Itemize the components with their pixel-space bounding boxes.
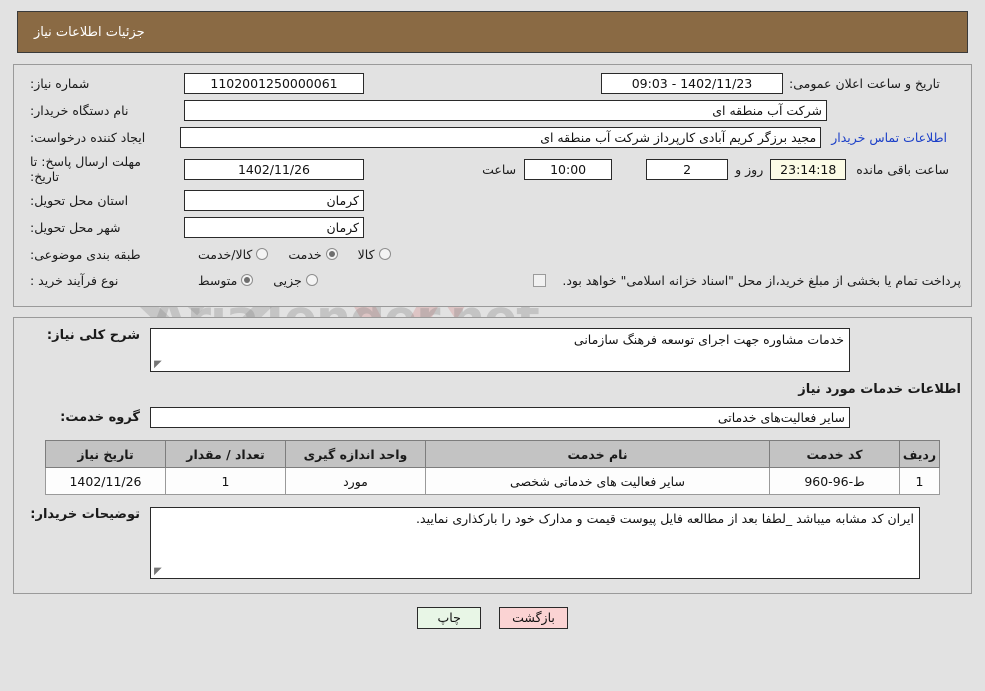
field-province-value: کرمان (184, 190, 364, 211)
row-description: خدمات مشاوره جهت اجرای توسعه فرهنگ سازما… (24, 328, 961, 372)
services-section-title: اطلاعات خدمات مورد نیاز (798, 382, 961, 397)
th-quantity: تعداد / مقدار (165, 440, 286, 468)
field-remaining-days: 2 (646, 158, 729, 180)
radio-category-0[interactable] (378, 248, 391, 260)
field-city-value: کرمان (184, 217, 364, 238)
label-process-type: نوع فرآیند خرید : (30, 272, 119, 288)
resize-grip-icon-notes[interactable]: ◥ (154, 566, 163, 577)
radio-category-0-label: کالا (357, 246, 375, 262)
field-deadline-date: 1402/11/26 (184, 158, 364, 180)
label-description: شرح کلی نیاز: (46, 328, 140, 343)
checkbox-treasury-docs[interactable] (533, 273, 547, 287)
cell-unit: مورد (285, 467, 426, 495)
buyer-notes-value: ایران کد مشابه میباشد _لطفا بعد از مطالع… (416, 511, 914, 526)
row-category: کالا خدمت کالا/خدمت طبقه بندی موضوعی: (24, 244, 961, 264)
radio-process-1[interactable] (241, 274, 254, 286)
row-buyer-notes: ایران کد مشابه میباشد _لطفا بعد از مطالع… (24, 507, 961, 579)
th-date: تاریخ نیاز (45, 440, 166, 468)
label-need-number: شماره نیاز: (30, 76, 90, 91)
page-title-bar: جزئیات اطلاعات نیاز (17, 11, 968, 53)
treasury-note-text: پرداخت تمام یا بخشی از مبلغ خرید،از محل … (562, 272, 961, 288)
label-city: شهر محل تحویل: (30, 220, 121, 235)
category-radio-group: کالا خدمت کالا/خدمت (184, 247, 397, 262)
th-radif: ردیف (899, 440, 940, 468)
row-need-number: تاریخ و ساعت اعلان عمومی: 1402/11/23 - 0… (24, 73, 961, 94)
need-details-panel: خدمات مشاوره جهت اجرای توسعه فرهنگ سازما… (13, 317, 972, 594)
label-province: استان محل تحویل: (30, 193, 129, 208)
footer-button-bar: بازگشت چاپ (0, 607, 985, 629)
label-public-announce: تاریخ و ساعت اعلان عمومی: (789, 76, 940, 91)
buyer-contact-link[interactable]: اطلاعات تماس خریدار (831, 130, 947, 145)
description-value: خدمات مشاوره جهت اجرای توسعه فرهنگ سازما… (573, 332, 844, 347)
need-summary-panel: تاریخ و ساعت اعلان عمومی: 1402/11/23 - 0… (13, 64, 972, 307)
label-hour: ساعت (482, 161, 517, 177)
label-days-and: روز و (735, 161, 764, 177)
row-process-type: پرداخت تمام یا بخشی از مبلغ خرید،از محل … (24, 270, 961, 290)
label-category: طبقه بندی موضوعی: (30, 246, 141, 262)
th-unit: واحد اندازه گیری (285, 440, 426, 468)
th-name: نام خدمت (425, 440, 770, 468)
field-public-announce-value: 1402/11/23 - 09:03 (601, 73, 783, 94)
label-deadline: مهلت ارسال پاسخ: تا تاریخ: (30, 154, 141, 184)
buyer-notes-textarea[interactable]: ایران کد مشابه میباشد _لطفا بعد از مطالع… (150, 507, 920, 579)
cell-date: 1402/11/26 (45, 467, 166, 495)
print-button[interactable]: چاپ (417, 607, 482, 629)
resize-grip-icon[interactable]: ◥ (154, 359, 163, 370)
services-table: ردیف کد خدمت نام خدمت واحد اندازه گیری ت… (45, 440, 940, 495)
back-button[interactable]: بازگشت (499, 607, 568, 629)
row-service-group: سایر فعالیت‌های خدماتی گروه خدمت: (24, 407, 961, 428)
field-requester-value: مجید برزگر کریم آبادی کارپرداز شرکت آب م… (180, 127, 822, 148)
description-textarea[interactable]: خدمات مشاوره جهت اجرای توسعه فرهنگ سازما… (150, 328, 850, 372)
radio-category-2[interactable] (256, 248, 269, 260)
field-remaining-time: 23:14:18 (770, 158, 847, 180)
radio-process-0[interactable] (305, 274, 318, 286)
row-province: کرمان استان محل تحویل: (24, 190, 961, 211)
page-title: جزئیات اطلاعات نیاز (34, 24, 145, 40)
th-code: کد خدمت (769, 440, 900, 468)
field-buyer-org-value: شرکت آب منطقه ای (184, 100, 827, 121)
field-deadline-time: 10:00 (524, 158, 613, 180)
row-requester: اطلاعات تماس خریدار مجید برزگر کریم آباد… (24, 127, 961, 148)
table-row: 1 ط-96-960 سایر فعالیت های خدماتی شخصی م… (45, 467, 940, 495)
label-requester: ایجاد کننده درخواست: (30, 130, 146, 145)
row-deadline: ساعت باقی مانده 23:14:18 روز و 2 10:00 س… (24, 154, 961, 184)
label-buyer-org: نام دستگاه خریدار: (30, 103, 129, 118)
table-header-row: ردیف کد خدمت نام خدمت واحد اندازه گیری ت… (45, 440, 940, 468)
field-need-number-value: 1102001250000061 (184, 73, 364, 94)
cell-radif: 1 (899, 467, 940, 495)
cell-name: سایر فعالیت های خدماتی شخصی (425, 467, 770, 495)
cell-quantity: 1 (165, 467, 286, 495)
radio-category-2-label: کالا/خدمت (198, 246, 253, 262)
radio-category-1[interactable] (325, 248, 338, 260)
page-root: جزئیات اطلاعات نیاز تاریخ و ساعت اعلان ع… (0, 11, 985, 629)
row-city: کرمان شهر محل تحویل: (24, 217, 961, 238)
label-buyer-notes: توضیحات خریدار: (30, 507, 140, 522)
field-service-group-value: سایر فعالیت‌های خدماتی (150, 407, 850, 428)
radio-process-0-label: جزیی (273, 272, 302, 288)
label-remaining-suffix: ساعت باقی مانده (856, 161, 949, 177)
radio-process-1-label: متوسط (198, 272, 238, 288)
radio-category-1-label: خدمت (288, 246, 322, 262)
row-buyer-org: شرکت آب منطقه ای نام دستگاه خریدار: (24, 100, 961, 121)
cell-code: ط-96-960 (769, 467, 900, 495)
process-radio-group: جزیی متوسط (184, 273, 324, 288)
label-service-group: گروه خدمت: (60, 410, 140, 425)
